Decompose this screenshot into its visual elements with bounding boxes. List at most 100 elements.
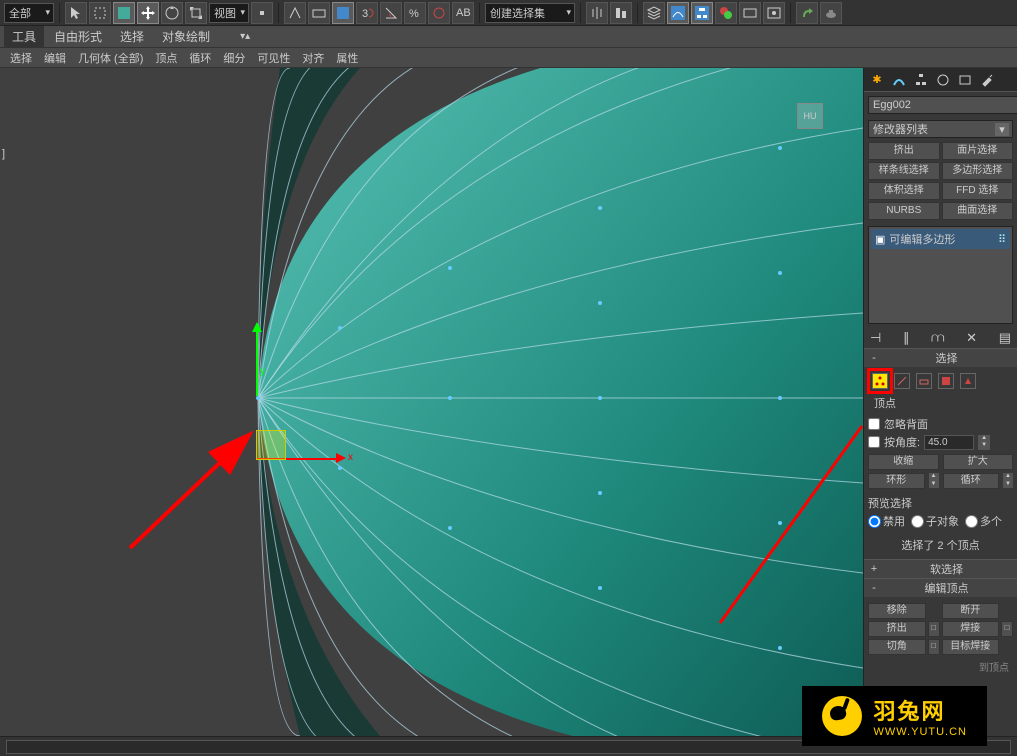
tab-tools[interactable]: 工具: [4, 26, 44, 47]
rollout-selection-header[interactable]: -选择: [864, 349, 1017, 367]
select-manipulate-icon[interactable]: [284, 2, 306, 24]
schematic-icon[interactable]: [691, 2, 713, 24]
btn-vol-select[interactable]: 体积选择: [868, 182, 940, 200]
sub-align[interactable]: 对齐: [296, 48, 330, 68]
radio-multi[interactable]: [965, 515, 978, 528]
render-prod-icon[interactable]: [796, 2, 818, 24]
percent-snap-icon[interactable]: %: [404, 2, 426, 24]
create-tab-icon[interactable]: ✱: [868, 71, 886, 89]
sub-properties[interactable]: 属性: [330, 48, 364, 68]
snap-3-icon[interactable]: 3: [356, 2, 378, 24]
radio-disable[interactable]: [868, 515, 881, 528]
tab-select[interactable]: 选择: [112, 26, 152, 47]
curve-editor-icon[interactable]: [667, 2, 689, 24]
align-icon[interactable]: [610, 2, 632, 24]
abc-icon[interactable]: ABC: [452, 2, 474, 24]
display-tab-icon[interactable]: [956, 71, 974, 89]
loop-spinner[interactable]: ▲▼: [1003, 473, 1013, 488]
shrink-button[interactable]: 收缩: [868, 454, 939, 470]
ring-button[interactable]: 环形: [868, 473, 925, 489]
select-arrow-icon[interactable]: [65, 2, 87, 24]
subobj-element-button[interactable]: [960, 373, 976, 389]
render-setup-icon[interactable]: [739, 2, 761, 24]
btn-extrude[interactable]: 挤出: [868, 142, 940, 160]
btn-nurbs[interactable]: NURBS: [868, 202, 940, 220]
ignore-backface-checkbox[interactable]: [868, 418, 880, 430]
modify-tab-icon[interactable]: [890, 71, 908, 89]
btn-surf-select[interactable]: 曲面选择: [942, 202, 1014, 220]
btn-spline-select[interactable]: 样条线选择: [868, 162, 940, 180]
modifier-list-dropdown[interactable]: 修改器列表: [868, 120, 1013, 138]
move-icon[interactable]: [137, 2, 159, 24]
stack-toolbar: ⊣ ∥ ⩋ ✕ ▤: [864, 328, 1017, 348]
ribbon-toggle-icon[interactable]: ▾▴: [240, 31, 250, 42]
ring-spinner[interactable]: ▲▼: [929, 473, 939, 488]
btn-poly-select[interactable]: 多边形选择: [942, 162, 1014, 180]
stack-item-editable-poly[interactable]: ▣ 可编辑多边形 ⠿: [871, 229, 1010, 249]
pin-stack-icon[interactable]: ⊣: [870, 330, 881, 346]
motion-tab-icon[interactable]: [934, 71, 952, 89]
tab-object-paint[interactable]: 对象绘制: [154, 26, 218, 47]
watermark-url: WWW.YUTU.CN: [874, 726, 967, 738]
chamfer-button[interactable]: 切角: [868, 639, 926, 655]
object-name-input[interactable]: [868, 96, 1017, 114]
layer-icon[interactable]: [643, 2, 665, 24]
material-icon[interactable]: [715, 2, 737, 24]
make-unique-icon[interactable]: ⩋: [931, 330, 944, 346]
viewport[interactable]: ]: [0, 68, 863, 736]
watermark: 羽兔网 WWW.YUTU.CN: [802, 686, 987, 746]
subobj-vertex-button[interactable]: [872, 373, 888, 389]
sub-visibility[interactable]: 可见性: [251, 48, 296, 68]
refcoord-dropdown[interactable]: 视图: [209, 3, 249, 23]
subobj-polygon-button[interactable]: [938, 373, 954, 389]
angle-snap-icon[interactable]: [380, 2, 402, 24]
select-region-icon[interactable]: [89, 2, 111, 24]
show-result-icon[interactable]: ∥: [903, 330, 910, 346]
sub-subdivide[interactable]: 细分: [217, 48, 251, 68]
subobj-border-button[interactable]: [916, 373, 932, 389]
btn-ffd-select[interactable]: FFD 选择: [942, 182, 1014, 200]
radio-subobj[interactable]: [911, 515, 924, 528]
spinner-snap-icon[interactable]: [428, 2, 450, 24]
weld-button[interactable]: 焊接: [942, 621, 1000, 637]
chamfer-settings-icon[interactable]: □: [928, 639, 940, 655]
tab-freeform[interactable]: 自由形式: [46, 26, 110, 47]
mirror-icon[interactable]: [586, 2, 608, 24]
utilities-tab-icon[interactable]: [978, 71, 996, 89]
extrude2-button[interactable]: 挤出: [868, 621, 926, 637]
remove-button[interactable]: 移除: [868, 603, 926, 619]
subobj-edge-button[interactable]: [894, 373, 910, 389]
remove-mod-icon[interactable]: ✕: [966, 330, 977, 346]
scale-icon[interactable]: [185, 2, 207, 24]
rotate-icon[interactable]: [161, 2, 183, 24]
hierarchy-tab-icon[interactable]: [912, 71, 930, 89]
configure-icon[interactable]: ▤: [999, 330, 1011, 346]
window-select-icon[interactable]: [113, 2, 135, 24]
pivot-icon[interactable]: [251, 2, 273, 24]
sub-edit[interactable]: 编辑: [38, 48, 72, 68]
modifier-stack[interactable]: ▣ 可编辑多边形 ⠿: [868, 226, 1013, 324]
sub-select[interactable]: 选择: [4, 48, 38, 68]
viewcube[interactable]: HU: [797, 103, 823, 129]
rollout-editvertex-header[interactable]: -编辑顶点: [864, 579, 1017, 597]
sub-vertex[interactable]: 顶点: [149, 48, 183, 68]
grow-button[interactable]: 扩大: [943, 454, 1014, 470]
by-angle-checkbox[interactable]: [868, 436, 880, 448]
extrude-settings-icon[interactable]: □: [928, 621, 940, 637]
sub-loop[interactable]: 循环: [183, 48, 217, 68]
loop-button[interactable]: 循环: [943, 473, 1000, 489]
teapot-icon[interactable]: [820, 2, 842, 24]
rollout-softsel-header[interactable]: +软选择: [864, 560, 1017, 578]
btn-face-select[interactable]: 面片选择: [942, 142, 1014, 160]
angle-spinner[interactable]: 45.0: [924, 435, 974, 450]
sub-geom[interactable]: 几何体 (全部): [72, 48, 149, 68]
named-selection-dropdown[interactable]: 创建选择集: [485, 3, 575, 23]
keyboard-icon[interactable]: [308, 2, 330, 24]
snap-window-icon[interactable]: [332, 2, 354, 24]
weld-settings-icon[interactable]: □: [1001, 621, 1013, 637]
target-weld-button[interactable]: 目标焊接: [942, 639, 1000, 655]
filter-dropdown[interactable]: 全部: [4, 3, 54, 23]
angle-spinner-arrows[interactable]: ▲▼: [978, 435, 990, 450]
break-button[interactable]: 断开: [942, 603, 1000, 619]
render-frame-icon[interactable]: [763, 2, 785, 24]
